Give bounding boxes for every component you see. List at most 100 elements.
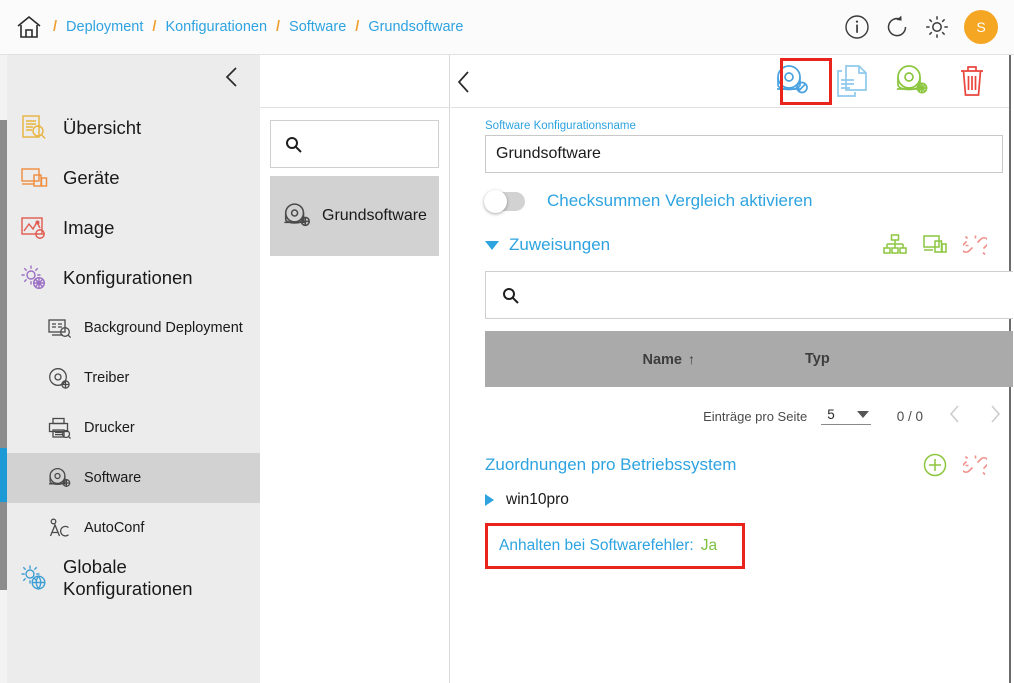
chevron-down-icon	[856, 411, 869, 418]
sidebar-item-label: Background Deployment	[84, 320, 243, 336]
sidebar-scrollbar-track[interactable]	[0, 55, 7, 683]
checksum-toggle-label[interactable]: Checksummen Vergleich aktivieren	[547, 191, 813, 211]
column-header-name-label: Name	[642, 351, 683, 368]
org-chart-green-icon[interactable]	[883, 233, 907, 257]
detail-body: Software Konfigurationsname Checksummen …	[451, 108, 1014, 569]
checksum-toggle-row: Checksummen Vergleich aktivieren	[484, 189, 998, 213]
devices-green-icon[interactable]	[923, 233, 947, 257]
sidebar-item-label: Globale Konfigurationen	[63, 556, 193, 599]
unlink-pink-icon[interactable]	[963, 233, 987, 257]
list-panel-header	[260, 55, 449, 108]
os-assignments-header: Zuordnungen pro Betriebssystem	[485, 453, 998, 477]
unlink-pink-icon[interactable]	[963, 453, 987, 477]
os-assignments-actions	[923, 453, 998, 477]
copy-documents-icon[interactable]	[833, 62, 871, 100]
assignments-pager: Einträge pro Seite 5 0 / 0	[485, 395, 1014, 437]
detail-back-button[interactable]	[453, 69, 475, 100]
os-assignments-title[interactable]: Zuordnungen pro Betriebssystem	[485, 455, 736, 475]
chevron-right-icon[interactable]	[485, 494, 494, 506]
devices-icon	[19, 163, 49, 193]
configurations-icon	[19, 263, 49, 293]
breadcrumb: / Deployment / Konfigurationen / Softwar…	[0, 12, 463, 42]
sidebar-collapse-button[interactable]	[7, 55, 260, 103]
sidebar-item-label: Software	[84, 470, 142, 486]
autoconf-icon	[47, 516, 72, 541]
page-size-label: Einträge pro Seite	[703, 408, 808, 424]
page-size-select[interactable]: 5	[821, 407, 871, 425]
list-search-input[interactable]	[270, 120, 439, 168]
trash-icon[interactable]	[953, 62, 991, 100]
sidebar-scrollbar-thumb[interactable]	[0, 120, 7, 590]
chevron-left-icon	[222, 65, 242, 94]
assignments-search-input[interactable]	[485, 271, 1014, 319]
os-assignment-label: win10pro	[506, 491, 569, 508]
top-bar-actions: S	[844, 10, 1014, 44]
list-item[interactable]: Grundsoftware	[270, 176, 439, 256]
chevron-down-icon[interactable]	[485, 240, 499, 250]
search-icon	[285, 136, 302, 153]
sidebar-item-label: Drucker	[84, 420, 135, 436]
sidebar-item-drucker[interactable]: Drucker	[7, 403, 260, 453]
checksum-toggle[interactable]	[484, 189, 525, 213]
config-name-input[interactable]	[485, 135, 1003, 173]
halt-on-error-annotation: Anhalten bei Softwarefehler: Ja	[485, 523, 745, 569]
page-size-value: 5	[827, 407, 835, 422]
sidebar-item-software[interactable]: Software	[7, 453, 260, 503]
pager-next-button[interactable]	[987, 404, 1003, 429]
image-icon	[19, 213, 49, 243]
sidebar-item-label: Übersicht	[63, 117, 142, 138]
breadcrumb-item-grundsoftware[interactable]: Grundsoftware	[368, 19, 463, 35]
halt-on-error-label[interactable]: Anhalten bei Softwarefehler:	[499, 537, 694, 555]
software-disc-icon	[282, 201, 312, 231]
plus-circle-green-icon[interactable]	[923, 453, 947, 477]
assignments-title[interactable]: Zuweisungen	[509, 235, 610, 255]
breadcrumb-separator-3: /	[355, 19, 360, 35]
sidebar-item-gerate[interactable]: Geräte	[7, 153, 260, 203]
breadcrumb-item-konfigurationen[interactable]: Konfigurationen	[165, 19, 267, 35]
sidebar-item-label: AutoConf	[84, 520, 145, 536]
printer-icon	[47, 416, 72, 441]
sidebar-item-background-deployment[interactable]: Background Deployment	[7, 303, 260, 353]
sidebar-item-label: Konfigurationen	[63, 267, 193, 288]
home-icon[interactable]	[14, 12, 44, 42]
halt-on-error-value[interactable]: Ja	[701, 537, 717, 555]
avatar[interactable]: S	[964, 10, 998, 44]
sidebar-item-treiber[interactable]: Treiber	[7, 353, 260, 403]
breadcrumb-separator-0: /	[53, 19, 58, 35]
breadcrumb-separator-2: /	[276, 19, 281, 35]
software-list-panel: Grundsoftware	[260, 55, 450, 683]
software-disc-gear-green-icon[interactable]	[893, 62, 931, 100]
breadcrumb-item-software[interactable]: Software	[289, 19, 346, 35]
page-count: 0 / 0	[896, 408, 923, 424]
refresh-icon[interactable]	[884, 14, 910, 40]
sidebar-item-autoconf[interactable]: AutoConf	[7, 503, 260, 553]
os-assignments-section: Zuordnungen pro Betriebssystem win10pro …	[485, 453, 998, 569]
background-deployment-icon	[47, 316, 72, 341]
driver-icon	[47, 366, 72, 391]
assignments-section-header: Zuweisungen	[485, 233, 998, 257]
breadcrumb-separator-1: /	[152, 19, 157, 35]
sidebar-item-label: Image	[63, 217, 115, 238]
sidebar-item-label: Geräte	[63, 167, 120, 188]
detail-panel: Software Konfigurationsname Checksummen …	[451, 55, 1014, 683]
detail-toolbar-actions	[773, 62, 1009, 100]
breadcrumb-item-deployment[interactable]: Deployment	[66, 19, 143, 35]
sort-ascending-icon: ↑	[688, 350, 695, 367]
config-name-label: Software Konfigurationsname	[485, 120, 636, 132]
sidebar-item-konfigurationen[interactable]: Konfigurationen	[7, 253, 260, 303]
os-assignment-item[interactable]: win10pro	[485, 491, 998, 509]
info-icon[interactable]	[844, 14, 870, 40]
sidebar-item-globale-konfigurationen[interactable]: Globale Konfigurationen	[7, 553, 260, 603]
detail-toolbar	[451, 55, 1009, 108]
global-configurations-icon	[19, 563, 49, 593]
sidebar-item-ubersicht[interactable]: Übersicht	[7, 103, 260, 153]
software-disc-blue-icon[interactable]	[773, 62, 811, 100]
gear-icon[interactable]	[924, 14, 950, 40]
column-header-name[interactable]: Name ↑	[485, 350, 696, 368]
assignments-table-header: Name ↑ Typ	[485, 331, 1014, 387]
column-header-typ[interactable]: Typ	[805, 351, 830, 367]
sidebar-item-label: Treiber	[84, 370, 130, 386]
pager-prev-button[interactable]	[947, 404, 963, 429]
sidebar-item-image[interactable]: Image	[7, 203, 260, 253]
overview-icon	[19, 113, 49, 143]
